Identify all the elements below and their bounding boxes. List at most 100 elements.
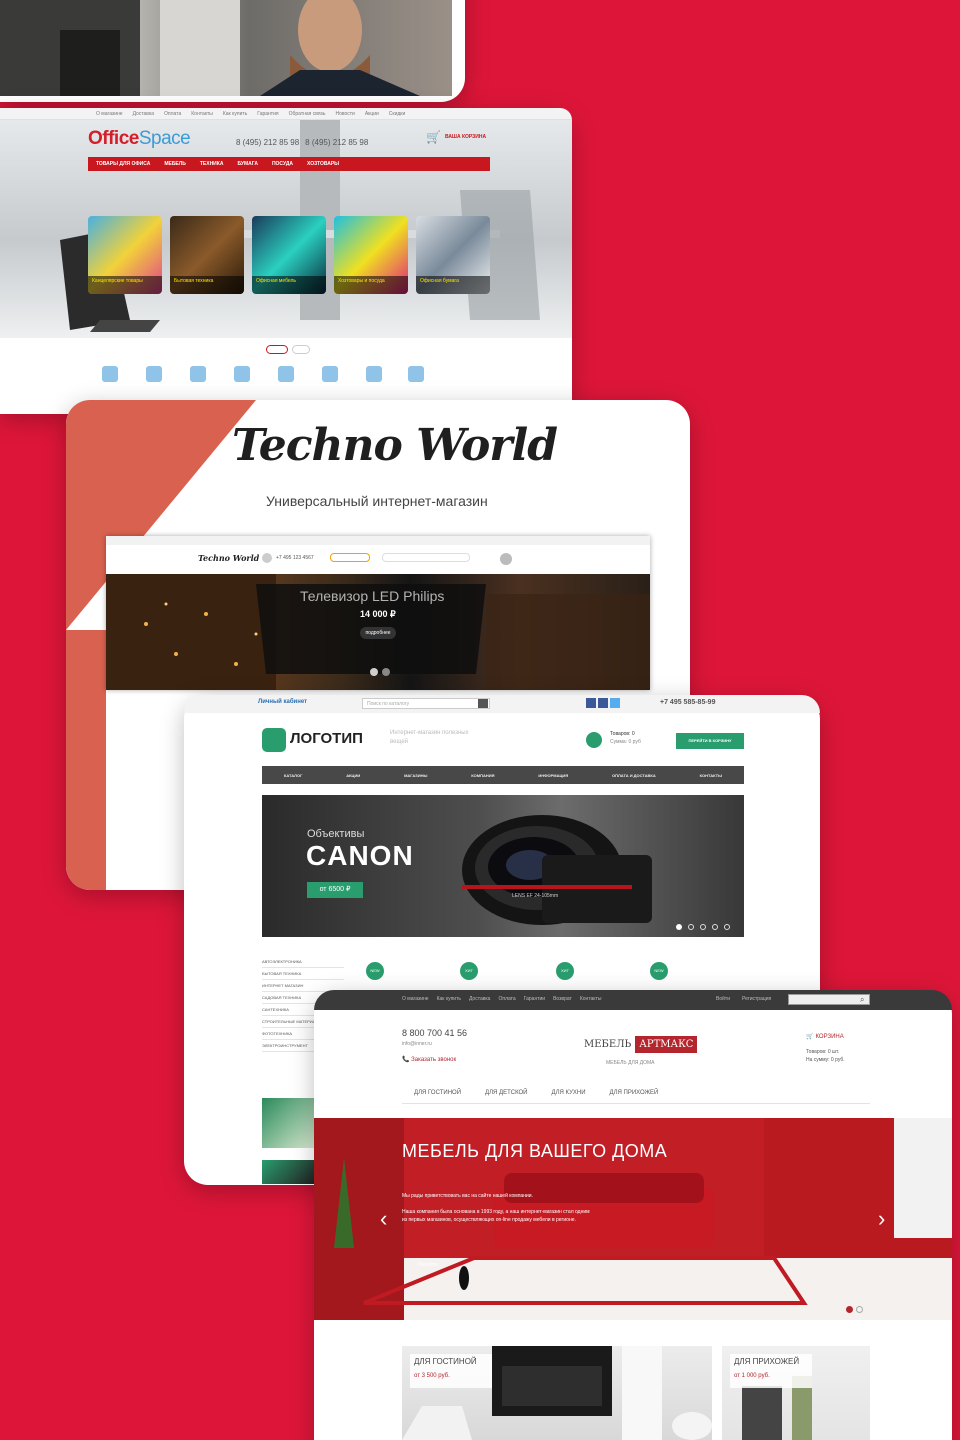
menu-item[interactable]: ИНФОРМАЦИЯ — [538, 773, 568, 778]
mini-logo[interactable]: Techno World — [198, 553, 259, 563]
menu-item[interactable]: КАТАЛОГ — [284, 773, 302, 778]
menu-item[interactable]: ХОЗТОВАРЫ — [307, 161, 339, 167]
officespace-logo[interactable]: OfficeSpace — [88, 128, 191, 150]
tile-title: ДЛЯ ПРИХОЖЕЙ — [734, 1357, 800, 1366]
chair-icon[interactable] — [102, 366, 118, 382]
category-tile[interactable]: Бытовая техника — [170, 216, 244, 294]
cart-icon[interactable] — [500, 553, 512, 565]
board-icon[interactable] — [408, 366, 424, 382]
nav-link[interactable]: Акции — [365, 111, 379, 117]
kettle-icon[interactable] — [366, 366, 382, 382]
paper-icon[interactable] — [146, 366, 162, 382]
cart-count: Товаров: 0 — [610, 731, 635, 737]
nav-link[interactable]: Как купить — [437, 996, 461, 1002]
slider-dot-active[interactable] — [370, 668, 378, 676]
slider-pill[interactable] — [292, 345, 310, 354]
slider-pill-active[interactable] — [266, 345, 288, 354]
menu-item[interactable]: ТЕХНИКА — [200, 161, 224, 167]
slider-dot[interactable] — [856, 1306, 863, 1313]
logotip-logo[interactable]: ЛОГОТИП — [290, 730, 363, 747]
banner-small-title: Объективы — [307, 828, 365, 840]
promo-tile[interactable] — [262, 1098, 314, 1148]
mebel-cart[interactable]: 🛒 КОРЗИНА — [806, 1033, 844, 1041]
nav-link[interactable]: Контакты — [580, 996, 602, 1002]
facebook-icon[interactable] — [598, 698, 608, 708]
category-tile[interactable]: Хозтовары и посуда — [334, 216, 408, 294]
cabinet-icon[interactable] — [234, 366, 250, 382]
menu-item[interactable]: КОНТАКТЫ — [700, 773, 722, 778]
banner-more-button[interactable]: подробнее — [360, 627, 396, 639]
mebel-search-input[interactable] — [788, 994, 870, 1005]
nav-link[interactable]: Гарантии — [524, 996, 545, 1002]
nav-link[interactable]: О магазине — [402, 996, 429, 1002]
search-icon[interactable] — [478, 699, 488, 708]
logo-icon — [262, 728, 286, 752]
category-tile[interactable]: Офисная бумага — [416, 216, 490, 294]
account-link[interactable]: Личный кабинет — [258, 699, 307, 705]
lens-text: LENS EF 24-105mm — [512, 893, 559, 899]
menu-item[interactable]: ДЛЯ КУХНИ — [552, 1090, 586, 1103]
arrow-left-icon[interactable]: ‹ — [380, 1206, 387, 1232]
menu-item[interactable]: ТОВАРЫ ДЛЯ ОФИСА — [96, 161, 150, 167]
category-tile[interactable]: Офисная мебель — [252, 216, 326, 294]
logotip-tagline: Интернет-магазин полезных вещей — [390, 730, 469, 745]
slider-dot[interactable] — [724, 924, 730, 930]
menu-item[interactable]: МАГАЗИНЫ — [404, 773, 427, 778]
sidebar-item[interactable]: АВТОЭЛЕКТРОНИКА — [262, 956, 344, 968]
menu-item[interactable]: ДЛЯ ГОСТИНОЙ — [414, 1090, 461, 1103]
technoworld-logo[interactable]: Techno World — [232, 420, 558, 471]
slider-dot[interactable] — [382, 668, 390, 676]
nav-link[interactable]: Как купить — [223, 111, 247, 117]
banner-price-badge[interactable]: от 6500 ₽ — [307, 882, 363, 898]
nav-link[interactable]: Оплата — [164, 111, 181, 117]
cart-sum: На сумму: 0 руб. — [806, 1057, 845, 1063]
callback-button[interactable] — [330, 553, 370, 562]
menu-item[interactable]: ДЛЯ ПРИХОЖЕЙ — [610, 1090, 659, 1103]
slider-dot[interactable] — [688, 924, 694, 930]
nav-link[interactable]: Возврат — [553, 996, 572, 1002]
register-link[interactable]: Регистрация — [742, 996, 771, 1002]
sidebar-item[interactable]: БЫТОВАЯ ТЕХНИКА — [262, 968, 344, 980]
nav-link[interactable]: Доставка — [469, 996, 490, 1002]
search-icon[interactable]: ⌕ — [860, 995, 864, 1005]
hero-button[interactable]: Перейти — [418, 1262, 438, 1268]
mebel-email[interactable]: info@inner.ru — [402, 1041, 432, 1047]
promo-tile[interactable] — [262, 1160, 314, 1184]
cart-icon: 🛒 — [806, 1034, 814, 1040]
bin-icon[interactable] — [190, 366, 206, 382]
category-tile[interactable]: Канцелярские товары — [88, 216, 162, 294]
cart-icon[interactable] — [586, 732, 602, 748]
callback-link[interactable]: 📞 Заказать звонок — [402, 1056, 456, 1063]
nav-link[interactable]: Скидки — [389, 111, 406, 117]
login-link[interactable]: Войти — [716, 996, 730, 1002]
officespace-cart[interactable]: 🛒 ВАША КОРЗИНА — [426, 130, 486, 144]
nav-link[interactable]: Гарантия — [257, 111, 278, 117]
menu-item[interactable]: АКЦИИ — [346, 773, 360, 778]
slider-dot-active[interactable] — [676, 924, 682, 930]
nav-link[interactable]: Новости — [335, 111, 354, 117]
menu-item[interactable]: МЕБЕЛЬ — [164, 161, 186, 167]
mini-search-input[interactable] — [382, 553, 470, 562]
menu-item[interactable]: ПОСУДА — [272, 161, 293, 167]
printer-icon[interactable] — [322, 366, 338, 382]
mebel-logo[interactable]: МЕБЕЛЬ АРТМАКС — [584, 1036, 698, 1053]
nav-link[interactable]: Оплата — [498, 996, 515, 1002]
nav-link[interactable]: О магазине — [96, 111, 123, 117]
vk-icon[interactable] — [586, 698, 596, 708]
menu-item[interactable]: ОПЛАТА И ДОСТАВКА — [612, 773, 656, 778]
twitter-icon[interactable] — [610, 698, 620, 708]
slider-dot[interactable] — [712, 924, 718, 930]
menu-item[interactable]: КОМПАНИЯ — [471, 773, 494, 778]
desk-icon[interactable] — [278, 366, 294, 382]
arrow-right-icon[interactable]: › — [878, 1206, 885, 1232]
logotip-search-input[interactable]: Поиск по каталогу — [362, 698, 490, 709]
nav-link[interactable]: Доставка — [133, 111, 154, 117]
slider-dot[interactable] — [700, 924, 706, 930]
go-to-cart-button[interactable]: ПЕРЕЙТИ В КОРЗИНУ — [676, 733, 744, 749]
nav-link[interactable]: Обратная связь — [289, 111, 326, 117]
menu-item[interactable]: БУМАГА — [237, 161, 258, 167]
menu-item[interactable]: ДЛЯ ДЕТСКОЙ — [485, 1090, 527, 1103]
officespace-menu-bar: ТОВАРЫ ДЛЯ ОФИСА МЕБЕЛЬ ТЕХНИКА БУМАГА П… — [88, 157, 490, 171]
nav-link[interactable]: Контакты — [191, 111, 213, 117]
slider-dot-active[interactable] — [846, 1306, 853, 1313]
